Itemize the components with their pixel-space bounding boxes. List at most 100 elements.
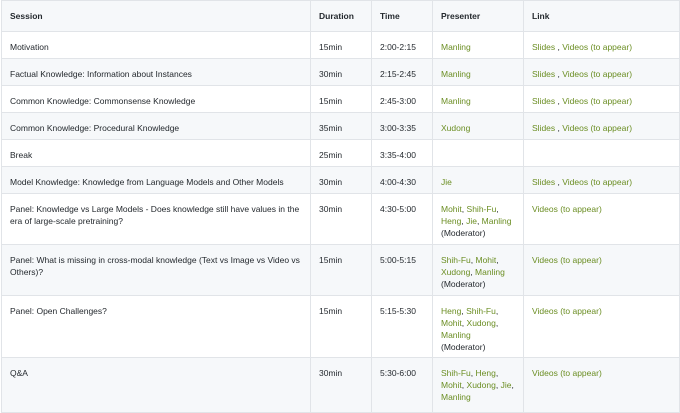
cell-link: Slides , Videos (to appear) (523, 166, 680, 194)
presenter-link[interactable]: Shih-Fu (441, 255, 471, 265)
separator-text: , (496, 204, 499, 214)
presenter-link[interactable]: Manling (441, 330, 471, 340)
table-body: Motivation 15min 2:00-2:15 Manling Slides , … (1, 31, 680, 413)
resource-link[interactable]: Slides (532, 177, 555, 187)
cell-link (523, 139, 680, 167)
cell-session: Q&A (1, 357, 311, 413)
table-row: Break 25min 3:35-4:00 (1, 139, 680, 167)
cell-time: 2:15-2:45 (371, 58, 433, 86)
presenter-link[interactable]: Mohit (476, 255, 497, 265)
cell-duration: 30min (310, 193, 372, 245)
presenter-link[interactable]: Shih-Fu (441, 368, 471, 378)
cell-time: 5:00-5:15 (371, 244, 433, 296)
resource-link[interactable]: Videos (to appear) (532, 204, 602, 214)
table-row: Common Knowledge: Commonsense Knowledge 1… (1, 85, 680, 113)
separator-text: , (495, 306, 499, 316)
presenter-link[interactable]: Manling (482, 216, 512, 226)
cell-time: 4:00-4:30 (371, 166, 433, 194)
presenter-link[interactable]: Mohit (441, 318, 462, 328)
presenter-link[interactable]: Manling (441, 42, 471, 52)
cell-duration: 35min (310, 112, 372, 140)
table-row: Model Knowledge: Knowledge from Language… (1, 166, 680, 194)
separator-text: , (495, 318, 499, 328)
cell-time: 2:45-3:00 (371, 85, 433, 113)
cell-time: 4:30-5:00 (371, 193, 433, 245)
cell-session: Factual Knowledge: Information about Ins… (1, 58, 311, 86)
table-row: Motivation 15min 2:00-2:15 Manling Slides , … (1, 31, 680, 59)
cell-link: Videos (to appear) (523, 357, 680, 413)
cell-link: Videos (to appear) (523, 295, 680, 358)
cell-session: Panel: What is missing in cross-modal kn… (1, 244, 311, 296)
presenter-link[interactable]: Manling (441, 96, 471, 106)
table-row: Common Knowledge: Procedural Knowledge 35… (1, 112, 680, 140)
presenter-link[interactable]: Xudong (467, 380, 496, 390)
presenter-link[interactable]: Shih-Fu (466, 306, 496, 316)
cell-presenter: Manling (432, 85, 524, 113)
cell-session: Panel: Knowledge vs Large Models - Does … (1, 193, 311, 245)
resource-link[interactable]: Videos (to appear) (562, 69, 632, 79)
cell-time: 5:30-6:00 (371, 357, 433, 413)
presenter-link[interactable]: Manling (475, 267, 505, 277)
table-row: Panel: Open Challenges? 15min 5:15-5:30 Hen… (1, 295, 680, 358)
header-session: Session (1, 0, 311, 32)
resource-link[interactable]: Videos (to appear) (562, 96, 632, 106)
cell-presenter: Shih-Fu, Heng, Mohit, Xudong, Jie, Manli… (432, 357, 524, 413)
header-duration: Duration (310, 0, 372, 32)
table-row: Panel: Knowledge vs Large Models - Does … (1, 193, 680, 245)
resource-link[interactable]: Videos (to appear) (532, 306, 602, 316)
presenter-link[interactable]: Shih-Fu (467, 204, 497, 214)
resource-link[interactable]: Videos (to appear) (532, 255, 602, 265)
separator-text: (Moderator) (441, 228, 486, 238)
presenter-link[interactable]: Manling (441, 392, 471, 402)
presenter-link[interactable]: Heng (476, 368, 496, 378)
resource-link[interactable]: Slides (532, 96, 555, 106)
cell-link: Slides , Videos (to appear) (523, 58, 680, 86)
header-link: Link (523, 0, 680, 32)
cell-link: Slides , Videos (to appear) (523, 85, 680, 113)
presenter-link[interactable]: Jie (501, 380, 512, 390)
table-header-row: Session Duration Time Presenter Link (1, 0, 680, 32)
table-row: Q&A 30min 5:30-6:00 Shih-Fu, Heng, Mohit, X… (1, 357, 680, 413)
schedule-table: Session Duration Time Presenter Link Mot… (1, 0, 680, 413)
cell-duration: 15min (310, 244, 372, 296)
header-time: Time (371, 0, 433, 32)
presenter-link[interactable]: Xudong (441, 123, 470, 133)
presenter-link[interactable]: Heng (441, 216, 461, 226)
presenter-link[interactable]: Heng (441, 306, 461, 316)
presenter-link[interactable]: Manling (441, 69, 471, 79)
header-presenter: Presenter (432, 0, 524, 32)
cell-duration: 30min (310, 166, 372, 194)
cell-session: Break (1, 139, 311, 167)
cell-duration: 15min (310, 295, 372, 358)
resource-link[interactable]: Slides (532, 123, 555, 133)
cell-duration: 30min (310, 58, 372, 86)
separator-text: (Moderator) (441, 342, 486, 352)
cell-presenter: Manling (432, 31, 524, 59)
cell-link: Slides , Videos (to appear) (523, 112, 680, 140)
presenter-link[interactable]: Mohit (441, 380, 462, 390)
cell-session: Common Knowledge: Commonsense Knowledge (1, 85, 311, 113)
resource-link[interactable]: Videos (to appear) (532, 368, 602, 378)
cell-presenter: Xudong (432, 112, 524, 140)
presenter-link[interactable]: Jie (441, 177, 452, 187)
cell-time: 5:15-5:30 (371, 295, 433, 358)
table-row: Factual Knowledge: Information about Ins… (1, 58, 680, 86)
table-row: Panel: What is missing in cross-modal kn… (1, 244, 680, 296)
cell-presenter: Heng, Shih-Fu, Mohit, Xudong, Manling (M… (432, 295, 524, 358)
resource-link[interactable]: Videos (to appear) (562, 42, 632, 52)
presenter-link[interactable]: Xudong (467, 318, 496, 328)
resource-link[interactable]: Slides (532, 69, 555, 79)
cell-presenter: Jie (432, 166, 524, 194)
resource-link[interactable]: Videos (to appear) (562, 177, 632, 187)
presenter-link[interactable]: Mohit (441, 204, 462, 214)
resource-link[interactable]: Slides (532, 42, 555, 52)
separator-text: , (511, 380, 514, 390)
presenter-link[interactable]: Jie (466, 216, 477, 226)
presenter-link[interactable]: Xudong (441, 267, 470, 277)
cell-time: 3:00-3:35 (371, 112, 433, 140)
cell-session: Model Knowledge: Knowledge from Language… (1, 166, 311, 194)
separator-text: , (495, 368, 499, 378)
resource-link[interactable]: Videos (to appear) (562, 123, 632, 133)
cell-duration: 25min (310, 139, 372, 167)
cell-link: Slides , Videos (to appear) (523, 31, 680, 59)
